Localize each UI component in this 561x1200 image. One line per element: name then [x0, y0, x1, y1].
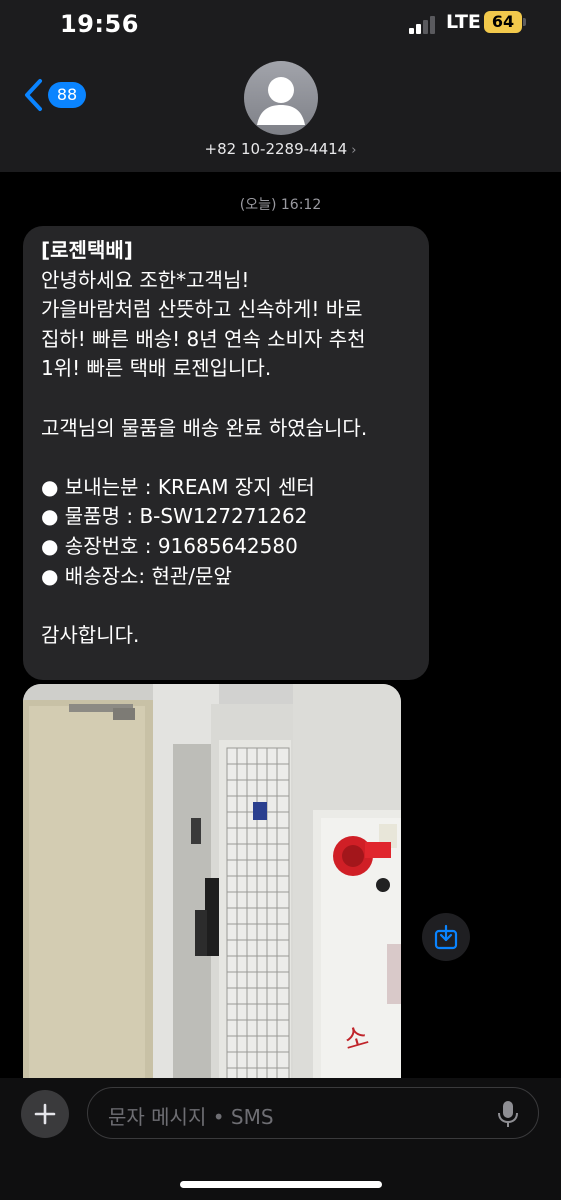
plus-icon — [34, 1103, 56, 1125]
message-line: ● 물품명 : B-SW127271262 — [41, 504, 308, 529]
message-line: ● 송장번호 : 91685642580 — [41, 533, 298, 558]
home-indicator[interactable] — [180, 1181, 382, 1188]
back-unread-count-badge[interactable]: 88 — [48, 82, 86, 108]
add-attachment-button[interactable] — [21, 1090, 69, 1138]
message-line: 감사합니다. — [41, 622, 140, 647]
contact-chevron-icon: › — [351, 143, 357, 158]
incoming-message-bubble[interactable]: [로젠택배] 안녕하세요 조한*고객님! 가을바람처럼 산뜻하고 신속하게! 바… — [23, 226, 429, 680]
person-icon — [257, 77, 305, 125]
battery-level: 64 — [484, 11, 522, 33]
contact-avatar[interactable] — [244, 61, 318, 135]
save-photo-button[interactable] — [422, 913, 470, 961]
message-line: ● 배송장소: 현관/문앞 — [41, 563, 232, 588]
battery-tip — [523, 18, 526, 26]
save-to-photos-icon — [434, 924, 458, 950]
network-type: LTE — [446, 11, 481, 33]
message-input-placeholder: 문자 메시지 • SMS — [108, 1105, 274, 1129]
microphone-icon[interactable] — [496, 1100, 520, 1128]
message-line: 집하! 빠른 배송! 8년 연속 소비자 추천 — [41, 326, 366, 351]
message-line: 가을바람처럼 산뜻하고 신속하게! 바로 — [41, 297, 363, 322]
message-line: 고객님의 물품을 배송 완료 하였습니다. — [41, 415, 368, 440]
message-line: 안녕하세요 조한*고객님! — [41, 267, 250, 292]
delivery-photo: 소 — [23, 684, 401, 1084]
message-line: 1위! 빠른 택배 로젠입니다. — [41, 356, 272, 381]
message-line: [로젠택배] — [41, 238, 133, 262]
contact-name[interactable]: +82 10-2289-4414 › — [0, 140, 561, 158]
delivery-photo-attachment[interactable]: 소 — [23, 684, 401, 1084]
message-input[interactable]: 문자 메시지 • SMS — [87, 1087, 539, 1139]
signal-strength-icon — [409, 14, 437, 34]
status-time: 19:56 — [60, 10, 139, 38]
message-line: ● 보내는분 : KREAM 장지 센터 — [41, 474, 315, 499]
contact-number: +82 10-2289-4414 — [204, 140, 348, 158]
message-timestamp: (오늘) 16:12 — [239, 197, 322, 213]
back-chevron-icon[interactable] — [22, 78, 46, 112]
